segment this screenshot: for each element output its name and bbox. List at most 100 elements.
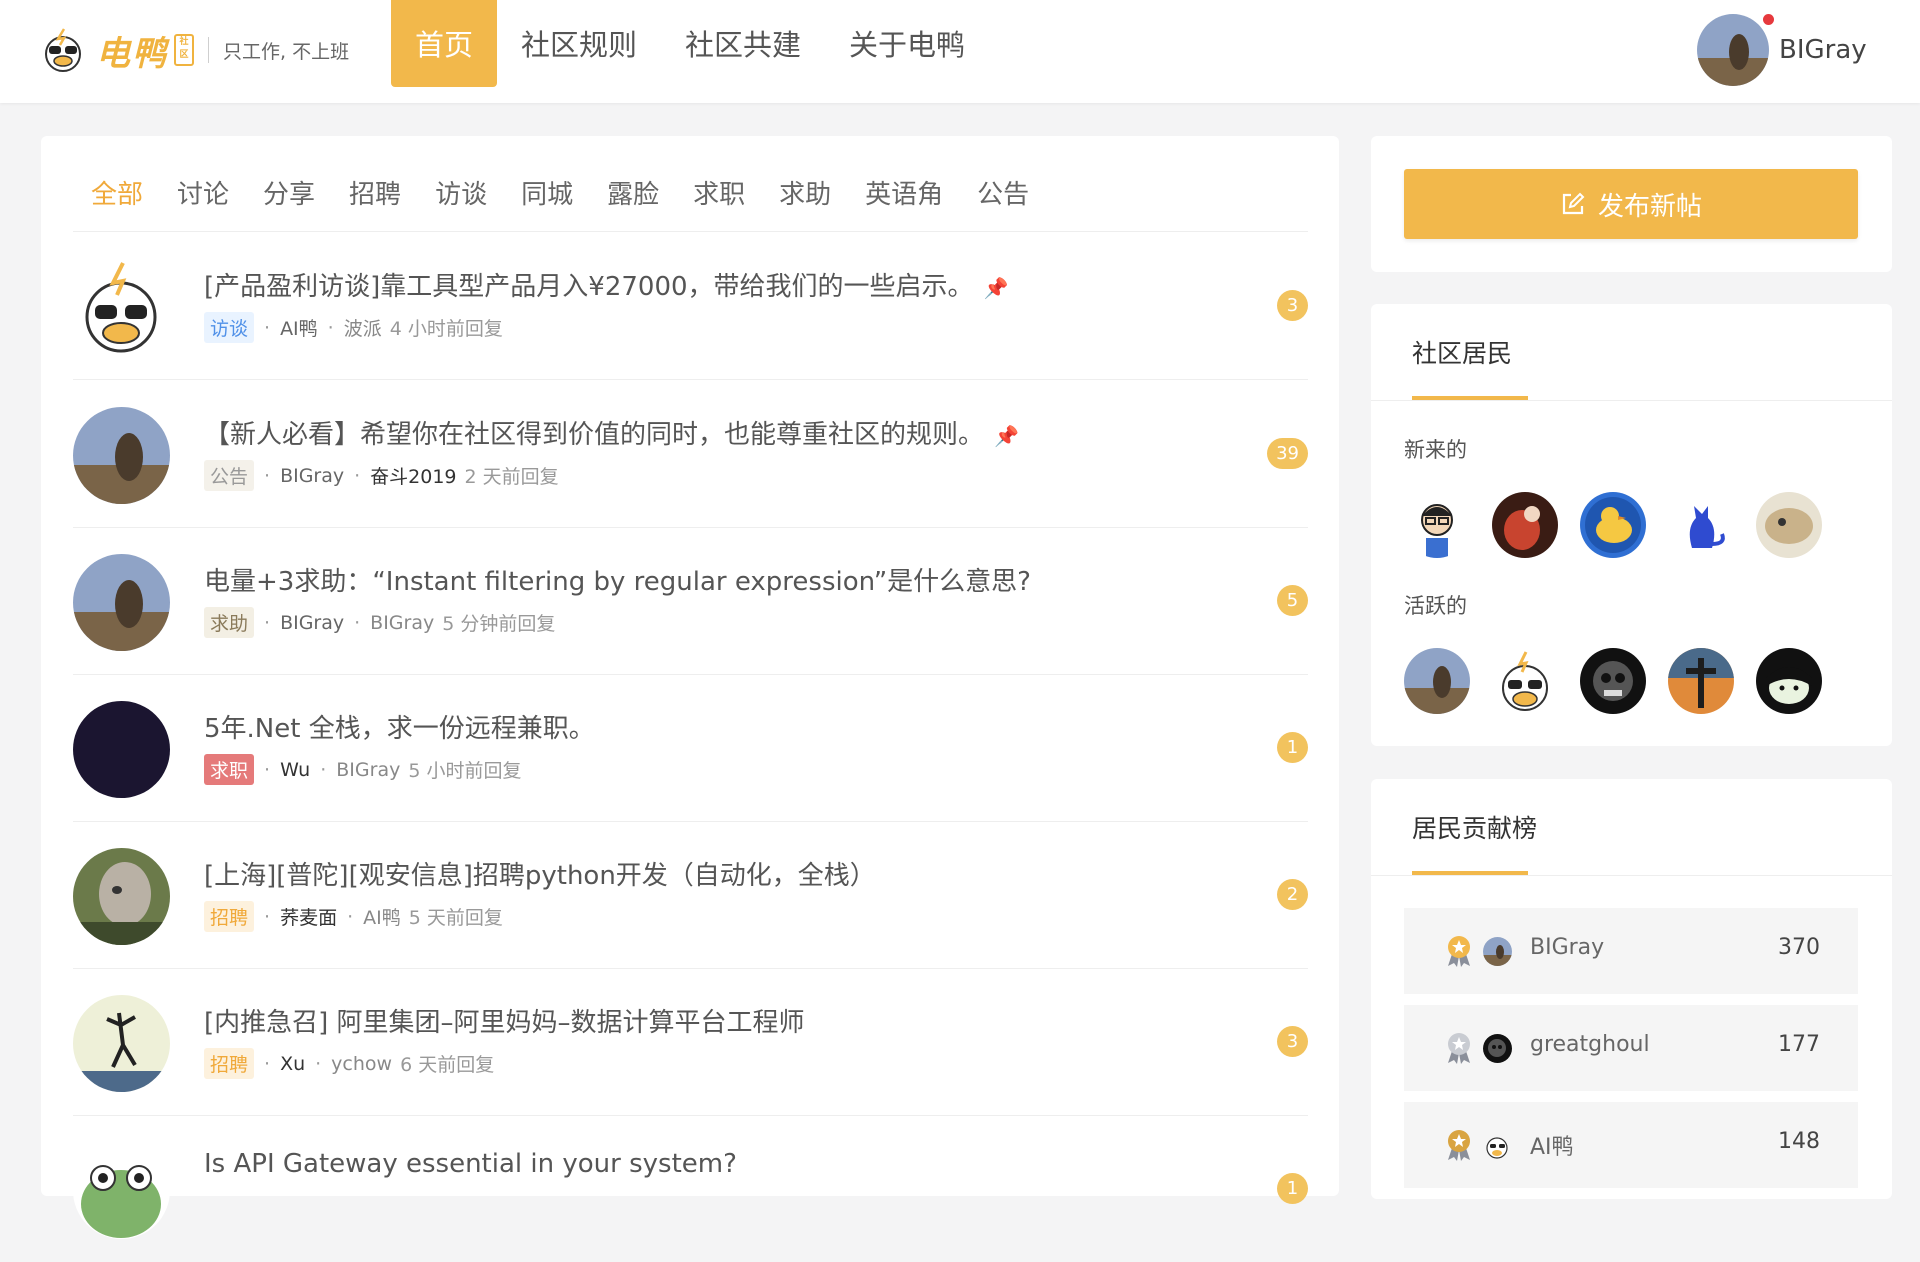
avatar[interactable] bbox=[1756, 492, 1822, 558]
avatar[interactable] bbox=[73, 995, 170, 1092]
edit-icon bbox=[1562, 192, 1585, 215]
leaderboard-score: 177 bbox=[1778, 1032, 1820, 1057]
avatar[interactable] bbox=[1483, 1131, 1512, 1160]
topic-title[interactable]: 5年.Net 全栈，求一份远程兼职。 bbox=[204, 708, 595, 745]
avatar[interactable] bbox=[1483, 937, 1512, 966]
topic-title[interactable]: [内推急召] 阿里集团–阿里妈妈–数据计算平台工程师 bbox=[204, 1002, 805, 1039]
separator: · bbox=[347, 905, 354, 928]
category-tag[interactable]: 求职 bbox=[204, 754, 255, 785]
tab-all[interactable]: 全部 bbox=[91, 174, 143, 211]
author-link[interactable]: Wu bbox=[280, 759, 310, 781]
topic-row[interactable]: Is API Gateway essential in your system?… bbox=[73, 1115, 1308, 1262]
avatar[interactable] bbox=[1756, 648, 1822, 714]
brand-slogan: 只工作, 不上班 bbox=[223, 40, 350, 63]
nav-item-home[interactable]: 首页 bbox=[391, 0, 498, 87]
tab-discussion[interactable]: 讨论 bbox=[177, 174, 229, 211]
separator: · bbox=[354, 464, 361, 487]
nav-item-co-build[interactable]: 社区共建 bbox=[661, 0, 825, 87]
topic-title[interactable]: 电量+3求助：“Instant filtering by regular exp… bbox=[204, 561, 1031, 598]
topic-title-text[interactable]: 【新人必看】希望你在社区得到价值的同时，也能尊重社区的规则。 bbox=[204, 420, 984, 450]
topic-row[interactable]: [产品盈利访谈]靠工具型产品月入¥27000，带给我们的一些启示。 📌 访谈 · … bbox=[73, 232, 1308, 380]
topic-row[interactable]: [内推急召] 阿里集团–阿里妈妈–数据计算平台工程师 招聘 · Xu · ych… bbox=[73, 968, 1308, 1116]
last-replier-link[interactable]: 奋斗2019 bbox=[370, 462, 456, 489]
avatar[interactable] bbox=[73, 259, 170, 356]
last-replier-link[interactable]: BIGray bbox=[336, 759, 400, 781]
user-menu[interactable]: BIGray bbox=[1697, 14, 1867, 86]
last-replier-link[interactable]: AI鸭 bbox=[363, 903, 401, 930]
leaderboard-row[interactable]: AI鸭 148 bbox=[1404, 1102, 1858, 1188]
tab-hiring[interactable]: 招聘 bbox=[349, 174, 401, 211]
active-avatars bbox=[1404, 648, 1844, 714]
newcomers-avatars bbox=[1404, 492, 1844, 558]
topic-title-text[interactable]: [产品盈利访谈]靠工具型产品月入¥27000，带给我们的一些启示。 bbox=[204, 272, 974, 302]
new-post-button[interactable]: 发布新帖 bbox=[1404, 169, 1858, 239]
last-replier-link[interactable]: BIGray bbox=[370, 612, 434, 634]
avatar[interactable] bbox=[1668, 492, 1734, 558]
last-replier-link[interactable]: 波派 bbox=[344, 314, 382, 341]
avatar[interactable] bbox=[1404, 648, 1470, 714]
nav-item-about[interactable]: 关于电鸭 bbox=[825, 0, 989, 87]
tab-same-city[interactable]: 同城 bbox=[521, 174, 573, 211]
topic-row[interactable]: 5年.Net 全栈，求一份远程兼职。 求职 · Wu · BIGray 5 小时… bbox=[73, 674, 1308, 822]
category-tag[interactable]: 访谈 bbox=[204, 312, 255, 343]
tab-announcement[interactable]: 公告 bbox=[977, 174, 1029, 211]
category-tag[interactable]: 求助 bbox=[204, 607, 255, 638]
category-tag[interactable]: 招聘 bbox=[204, 1048, 255, 1079]
reply-time: 2 天前回复 bbox=[464, 466, 559, 488]
pin-icon: 📌 bbox=[994, 424, 1019, 448]
newcomers-label: 新来的 bbox=[1404, 438, 1467, 462]
avatar[interactable] bbox=[1483, 1034, 1512, 1063]
topic-title[interactable]: [产品盈利访谈]靠工具型产品月入¥27000，带给我们的一些启示。 📌 bbox=[204, 266, 1008, 303]
author-link[interactable]: 荞麦面 bbox=[280, 903, 337, 930]
separator: · bbox=[320, 758, 327, 781]
topic-title[interactable]: [上海][普陀][观安信息]招聘python开发（自动化，全栈） bbox=[204, 855, 876, 892]
avatar[interactable] bbox=[73, 1142, 170, 1239]
leaderboard-row[interactable]: BIGray 370 bbox=[1404, 908, 1858, 994]
nav-item-rules[interactable]: 社区规则 bbox=[497, 0, 661, 87]
topic-row[interactable]: [上海][普陀][观安信息]招聘python开发（自动化，全栈） 招聘 · 荞麦… bbox=[73, 821, 1308, 969]
last-replier-link[interactable]: ychow bbox=[331, 1053, 392, 1075]
leaderboard-name[interactable]: AI鸭 bbox=[1530, 1129, 1574, 1161]
avatar[interactable] bbox=[73, 848, 170, 945]
avatar[interactable] bbox=[1580, 492, 1646, 558]
category-tag[interactable]: 招聘 bbox=[204, 901, 255, 932]
category-tag[interactable]: 公告 bbox=[204, 460, 255, 491]
avatar[interactable] bbox=[73, 701, 170, 798]
topic-row[interactable]: 【新人必看】希望你在社区得到价值的同时，也能尊重社区的规则。 📌 公告 · BIG… bbox=[73, 380, 1308, 528]
reply-count-badge: 1 bbox=[1277, 1173, 1308, 1204]
tab-job-seeking[interactable]: 求职 bbox=[693, 174, 745, 211]
logo-divider bbox=[208, 37, 209, 63]
tab-english-corner[interactable]: 英语角 bbox=[865, 174, 943, 211]
avatar[interactable] bbox=[1492, 648, 1558, 714]
brand-badge: 社区 bbox=[174, 34, 194, 66]
topic-row[interactable]: 电量+3求助：“Instant filtering by regular exp… bbox=[73, 527, 1308, 675]
tab-interview[interactable]: 访谈 bbox=[435, 174, 487, 211]
reply-count-badge: 2 bbox=[1277, 879, 1308, 910]
avatar[interactable] bbox=[1697, 14, 1769, 86]
separator: · bbox=[315, 1052, 322, 1075]
author-link[interactable]: Xu bbox=[280, 1053, 305, 1075]
leaderboard-row[interactable]: greatghoul 177 bbox=[1404, 1005, 1858, 1091]
card-divider bbox=[1371, 400, 1892, 401]
topic-title[interactable]: Is API Gateway essential in your system? bbox=[204, 1149, 737, 1179]
avatar[interactable] bbox=[73, 554, 170, 651]
author-link[interactable]: BIGray bbox=[280, 612, 344, 634]
leaderboard-name[interactable]: BIGray bbox=[1530, 935, 1604, 960]
post-card: 发布新帖 bbox=[1371, 136, 1892, 272]
site-logo[interactable]: 电鸭 社区 只工作, 不上班 bbox=[40, 25, 349, 75]
avatar[interactable] bbox=[1492, 492, 1558, 558]
avatar[interactable] bbox=[73, 407, 170, 504]
author-link[interactable]: AI鸭 bbox=[280, 314, 318, 341]
avatar[interactable] bbox=[1668, 648, 1734, 714]
topic-meta: 求职 · Wu · BIGray 5 小时前回复 bbox=[204, 754, 521, 785]
tab-help[interactable]: 求助 bbox=[779, 174, 831, 211]
tab-share[interactable]: 分享 bbox=[263, 174, 315, 211]
author-link[interactable]: BIGray bbox=[280, 465, 344, 487]
avatar[interactable] bbox=[1580, 648, 1646, 714]
main-nav: 首页 社区规则 社区共建 关于电鸭 bbox=[391, 0, 989, 87]
topic-title[interactable]: 【新人必看】希望你在社区得到价值的同时，也能尊重社区的规则。 📌 bbox=[204, 414, 1019, 451]
leaderboard-name[interactable]: greatghoul bbox=[1530, 1032, 1650, 1057]
notification-dot bbox=[1763, 14, 1774, 25]
tab-show-face[interactable]: 露脸 bbox=[607, 174, 659, 211]
avatar[interactable] bbox=[1404, 492, 1470, 558]
